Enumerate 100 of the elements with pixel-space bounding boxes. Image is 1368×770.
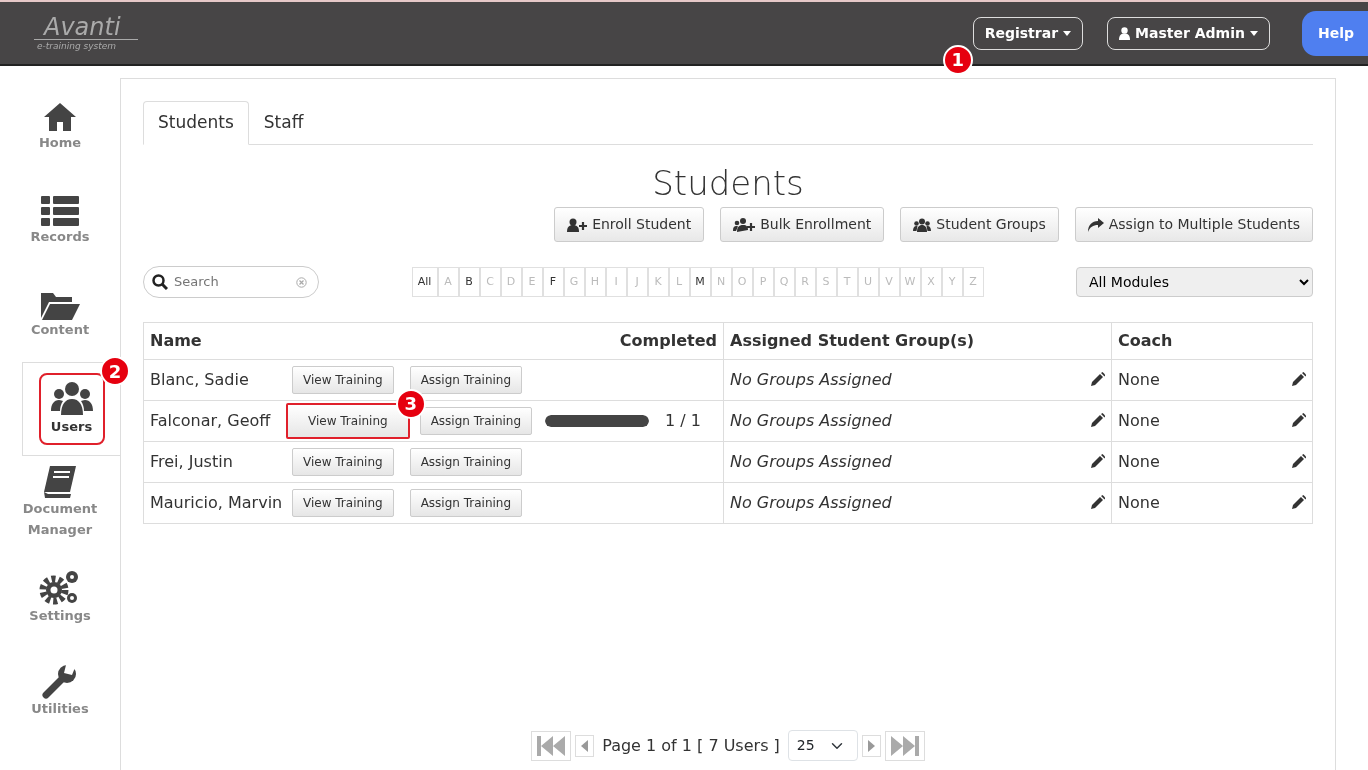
- dropdown-button[interactable]: Master Admin: [1107, 16, 1270, 50]
- view-training-button[interactable]: View Training: [292, 488, 394, 517]
- letter-filter[interactable]: H: [584, 266, 606, 298]
- letter-filter[interactable]: F: [542, 266, 564, 298]
- coach-text: None: [1118, 409, 1160, 432]
- letter-filter[interactable]: E: [521, 266, 543, 298]
- action-button[interactable]: Enroll Student: [554, 207, 705, 243]
- page-size-select[interactable]: 25: [787, 730, 858, 761]
- coach-text: None: [1118, 368, 1160, 391]
- student-name: Blanc, Sadie: [150, 368, 250, 391]
- letter-filter[interactable]: U: [857, 266, 879, 298]
- view-training-button[interactable]: View Training: [292, 447, 394, 476]
- caret-icon: [1063, 30, 1072, 36]
- letter-filter[interactable]: L: [668, 266, 690, 298]
- letter-filter[interactable]: G: [563, 266, 585, 298]
- view-training-button[interactable]: View Training: [292, 365, 394, 394]
- pager-info: Page 1 of 1 [ 7 Users ]: [602, 734, 780, 757]
- column-header: Coach: [1111, 322, 1313, 360]
- help-button[interactable]: Help: [1301, 10, 1368, 56]
- sidebar-item[interactable]: Home: [0, 80, 120, 174]
- logo-tagline: e-training system: [34, 39, 139, 51]
- letter-filter[interactable]: V: [878, 266, 900, 298]
- page-title: Students: [652, 162, 804, 204]
- list-icon: [41, 194, 79, 227]
- last-page-icon: [890, 735, 919, 756]
- pencil-icon[interactable]: [1291, 495, 1306, 511]
- logo-text: Avanti: [42, 15, 122, 39]
- first-page-icon: [537, 735, 566, 756]
- previous-page-icon: [581, 739, 589, 752]
- assign-training-button[interactable]: Assign Training: [419, 406, 533, 435]
- pencil-icon[interactable]: [1090, 454, 1105, 470]
- group-text: No Groups Assigned: [730, 409, 892, 432]
- letter-filter[interactable]: C: [479, 266, 501, 298]
- search-icon: [152, 274, 168, 291]
- letter-filter[interactable]: X: [920, 266, 942, 298]
- column-header: Completed: [619, 329, 717, 352]
- module-select[interactable]: All Modules: [1076, 267, 1313, 298]
- tab[interactable]: Students: [143, 101, 249, 145]
- letter-filter[interactable]: D: [500, 266, 522, 298]
- letter-filter[interactable]: R: [794, 266, 816, 298]
- next-page-button[interactable]: [861, 734, 881, 757]
- letter-filter[interactable]: W: [899, 266, 921, 298]
- student-name: Frei, Justin: [150, 450, 234, 473]
- completed-count: 1 / 1: [665, 409, 701, 432]
- share-arrow-icon: [1087, 217, 1104, 232]
- pencil-icon[interactable]: [1291, 372, 1306, 388]
- sidebar-item[interactable]: Document Manager: [0, 456, 120, 550]
- house-icon: [42, 100, 78, 133]
- pencil-icon[interactable]: [1090, 495, 1105, 511]
- column-header: Assigned Student Group(s): [723, 322, 1112, 360]
- letter-filter[interactable]: O: [731, 266, 753, 298]
- clear-icon: [296, 276, 307, 288]
- next-page-icon: [867, 739, 875, 752]
- caret-icon: [1249, 30, 1258, 36]
- letter-filter[interactable]: N: [710, 266, 732, 298]
- coach-text: None: [1118, 491, 1160, 514]
- people-plus-icon: [733, 217, 756, 233]
- letter-filter[interactable]: Y: [941, 266, 963, 298]
- sidebar-item[interactable]: Utilities: [0, 644, 120, 738]
- student-name: Mauricio, Marvin: [150, 491, 284, 514]
- group-text: No Groups Assigned: [730, 450, 892, 473]
- wrench-icon: [42, 662, 78, 699]
- people-icon: [913, 217, 932, 232]
- person-icon: [1119, 26, 1131, 40]
- letter-filter[interactable]: J: [626, 266, 648, 298]
- pencil-icon[interactable]: [1090, 372, 1105, 388]
- letter-filter[interactable]: T: [836, 266, 858, 298]
- letter-filter[interactable]: B: [458, 266, 480, 298]
- book-icon: [42, 465, 78, 500]
- letter-filter[interactable]: Q: [773, 266, 795, 298]
- letter-filter[interactable]: All: [411, 266, 438, 298]
- assign-training-button[interactable]: Assign Training: [409, 447, 523, 476]
- letter-filter[interactable]: P: [752, 266, 774, 298]
- assign-training-button[interactable]: Assign Training: [409, 365, 523, 394]
- column-header: Name: [150, 329, 202, 352]
- coach-text: None: [1118, 450, 1160, 473]
- letter-filter[interactable]: K: [647, 266, 669, 298]
- action-button[interactable]: Bulk Enrollment: [720, 207, 885, 243]
- sidebar-item[interactable]: Records: [0, 174, 120, 268]
- tab[interactable]: Staff: [248, 101, 319, 145]
- letter-filter[interactable]: Z: [962, 266, 984, 298]
- sidebar-item[interactable]: Settings: [0, 550, 120, 644]
- letter-filter[interactable]: M: [689, 266, 711, 298]
- group-text: No Groups Assigned: [730, 491, 892, 514]
- letter-filter[interactable]: S: [815, 266, 837, 298]
- person-plus-icon: [567, 217, 588, 232]
- action-button[interactable]: Assign to Multiple Students: [1074, 207, 1313, 243]
- previous-page-button[interactable]: [575, 734, 595, 757]
- dropdown-button[interactable]: Registrar: [972, 16, 1084, 50]
- student-name: Falconar, Geoff: [150, 409, 272, 432]
- pencil-icon[interactable]: [1291, 413, 1306, 429]
- callout-number: 1: [942, 44, 973, 75]
- assign-training-button[interactable]: Assign Training: [409, 488, 523, 517]
- letter-filter[interactable]: A: [437, 266, 459, 298]
- pencil-icon[interactable]: [1291, 454, 1306, 470]
- people-icon: [50, 380, 93, 417]
- callout-number: 2: [100, 356, 130, 386]
- pencil-icon[interactable]: [1090, 413, 1105, 429]
- action-button[interactable]: Student Groups: [900, 207, 1059, 243]
- group-text: No Groups Assigned: [730, 368, 892, 391]
